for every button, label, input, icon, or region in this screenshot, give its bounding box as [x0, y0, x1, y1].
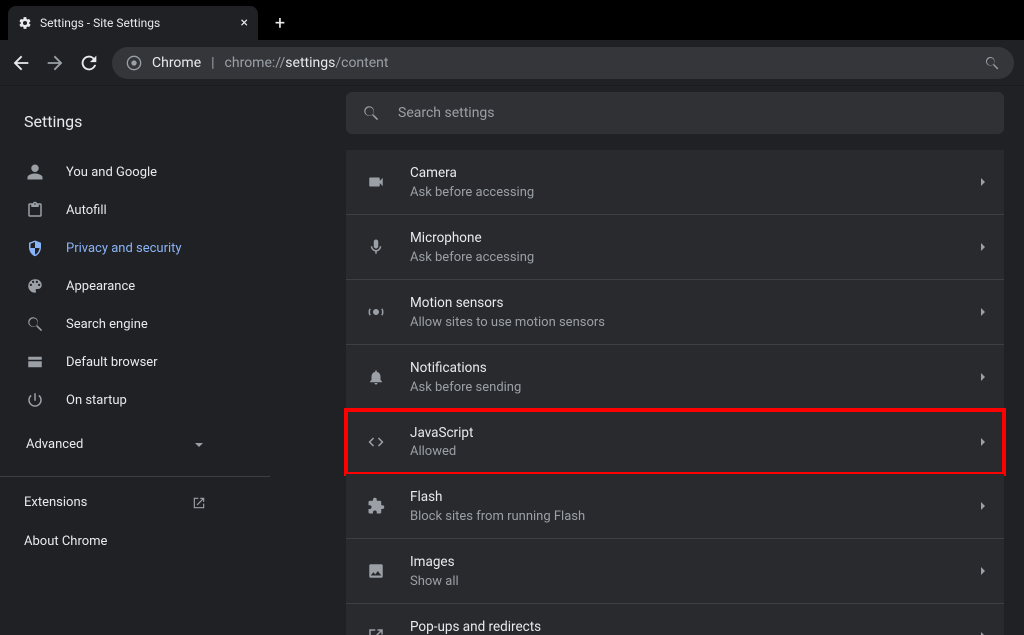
sidebar-advanced[interactable]: Advanced: [0, 419, 270, 470]
popup-icon: [367, 627, 385, 635]
forward-button[interactable]: [44, 52, 66, 74]
row-title: Notifications: [410, 359, 980, 378]
new-tab-button[interactable]: +: [266, 9, 294, 37]
row-subtitle: Ask before accessing: [410, 250, 980, 265]
main-panel: Camera Ask before accessing Microphone Ask…: [270, 86, 1024, 635]
settings-title: Settings: [0, 102, 270, 153]
reload-button[interactable]: [78, 52, 100, 74]
advanced-label: Advanced: [26, 437, 83, 452]
row-subtitle: Ask before sending: [410, 380, 980, 395]
row-title: Camera: [410, 164, 980, 183]
code-icon: [367, 433, 385, 451]
camera-icon: [367, 173, 385, 191]
person-icon: [26, 163, 44, 181]
sidebar-extensions[interactable]: Extensions: [0, 483, 270, 522]
tab-strip: Settings - Site Settings × +: [0, 0, 1024, 40]
sidebar-item-label: Search engine: [66, 317, 148, 332]
bell-icon: [367, 368, 385, 386]
sidebar-item-privacy-security[interactable]: Privacy and security: [0, 229, 270, 267]
sidebar-item-label: Appearance: [66, 279, 135, 294]
motion-icon: [367, 303, 385, 321]
chevron-down-icon: [194, 440, 204, 450]
omnibox-chrome-label: Chrome: [152, 55, 201, 71]
microphone-icon: [367, 238, 385, 256]
setting-row-images[interactable]: Images Show all: [346, 539, 1004, 604]
palette-icon: [26, 277, 44, 295]
sidebar-item-label: You and Google: [66, 165, 157, 180]
chevron-right-icon: [980, 437, 986, 447]
divider: [0, 476, 270, 477]
sidebar-item-label: Default browser: [66, 355, 158, 370]
clipboard-icon: [26, 201, 44, 219]
sidebar-about-chrome[interactable]: About Chrome: [0, 522, 270, 561]
omnibox-url: chrome://settings/content: [225, 55, 389, 71]
row-subtitle: Show all: [410, 574, 980, 589]
chevron-right-icon: [980, 566, 986, 576]
search-settings-bar[interactable]: [346, 92, 1004, 134]
chevron-right-icon: [980, 307, 986, 317]
sidebar-item-label: Autofill: [66, 203, 107, 218]
row-title: JavaScript: [410, 424, 980, 443]
sidebar-item-default-browser[interactable]: Default browser: [0, 343, 270, 381]
shield-icon: [26, 239, 44, 257]
tab-title: Settings - Site Settings: [40, 16, 160, 30]
gear-icon: [18, 16, 32, 30]
row-subtitle: Allow sites to use motion sensors: [410, 315, 980, 330]
sidebar: Settings You and Google Autofill Privacy…: [0, 86, 270, 635]
search-settings-input[interactable]: [398, 105, 988, 121]
chevron-right-icon: [980, 372, 986, 382]
sidebar-item-search-engine[interactable]: Search engine: [0, 305, 270, 343]
sidebar-item-you-and-google[interactable]: You and Google: [0, 153, 270, 191]
sidebar-item-appearance[interactable]: Appearance: [0, 267, 270, 305]
chevron-right-icon: [980, 501, 986, 511]
row-title: Microphone: [410, 229, 980, 248]
omnibox-separator: |: [211, 55, 214, 71]
search-icon: [26, 315, 44, 333]
extension-icon: [367, 497, 385, 515]
setting-row-popups[interactable]: Pop-ups and redirectsBlocked: [346, 604, 1004, 635]
setting-row-flash[interactable]: Flash Block sites from running Flash: [346, 474, 1004, 539]
search-icon: [362, 104, 380, 122]
image-icon: [367, 562, 385, 580]
row-subtitle: Ask before accessing: [410, 185, 980, 200]
row-subtitle: Block sites from running Flash: [410, 509, 980, 524]
setting-row-microphone[interactable]: Microphone Ask before accessing: [346, 215, 1004, 280]
toolbar: Chrome | chrome://settings/content: [0, 40, 1024, 86]
setting-row-notifications[interactable]: Notifications Ask before sending: [346, 345, 1004, 410]
sidebar-item-on-startup[interactable]: On startup: [0, 381, 270, 419]
omnibox-search-icon[interactable]: [984, 55, 1000, 71]
sidebar-item-autofill[interactable]: Autofill: [0, 191, 270, 229]
back-button[interactable]: [10, 52, 32, 74]
chrome-icon: [126, 55, 142, 71]
about-label: About Chrome: [24, 534, 107, 549]
row-title: Flash: [410, 488, 980, 507]
browser-icon: [26, 353, 44, 371]
row-title: Pop-ups and redirects: [410, 618, 980, 635]
omnibox[interactable]: Chrome | chrome://settings/content: [112, 47, 1014, 79]
close-tab-icon[interactable]: ×: [241, 15, 248, 31]
external-link-icon: [192, 496, 206, 510]
power-icon: [26, 391, 44, 409]
chevron-right-icon: [980, 242, 986, 252]
chevron-right-icon: [980, 177, 986, 187]
setting-row-javascript[interactable]: JavaScriptAllowed: [346, 410, 1004, 475]
browser-tab[interactable]: Settings - Site Settings ×: [8, 6, 258, 40]
row-title: Motion sensors: [410, 294, 980, 313]
sidebar-item-label: Privacy and security: [66, 241, 182, 256]
chevron-right-icon: [980, 631, 986, 635]
row-subtitle: Allowed: [410, 444, 980, 459]
extensions-label: Extensions: [24, 495, 87, 510]
sidebar-item-label: On startup: [66, 393, 127, 408]
row-title: Images: [410, 553, 980, 572]
setting-row-camera[interactable]: Camera Ask before accessing: [346, 150, 1004, 215]
setting-row-motion-sensors[interactable]: Motion sensors Allow sites to use motion …: [346, 280, 1004, 345]
